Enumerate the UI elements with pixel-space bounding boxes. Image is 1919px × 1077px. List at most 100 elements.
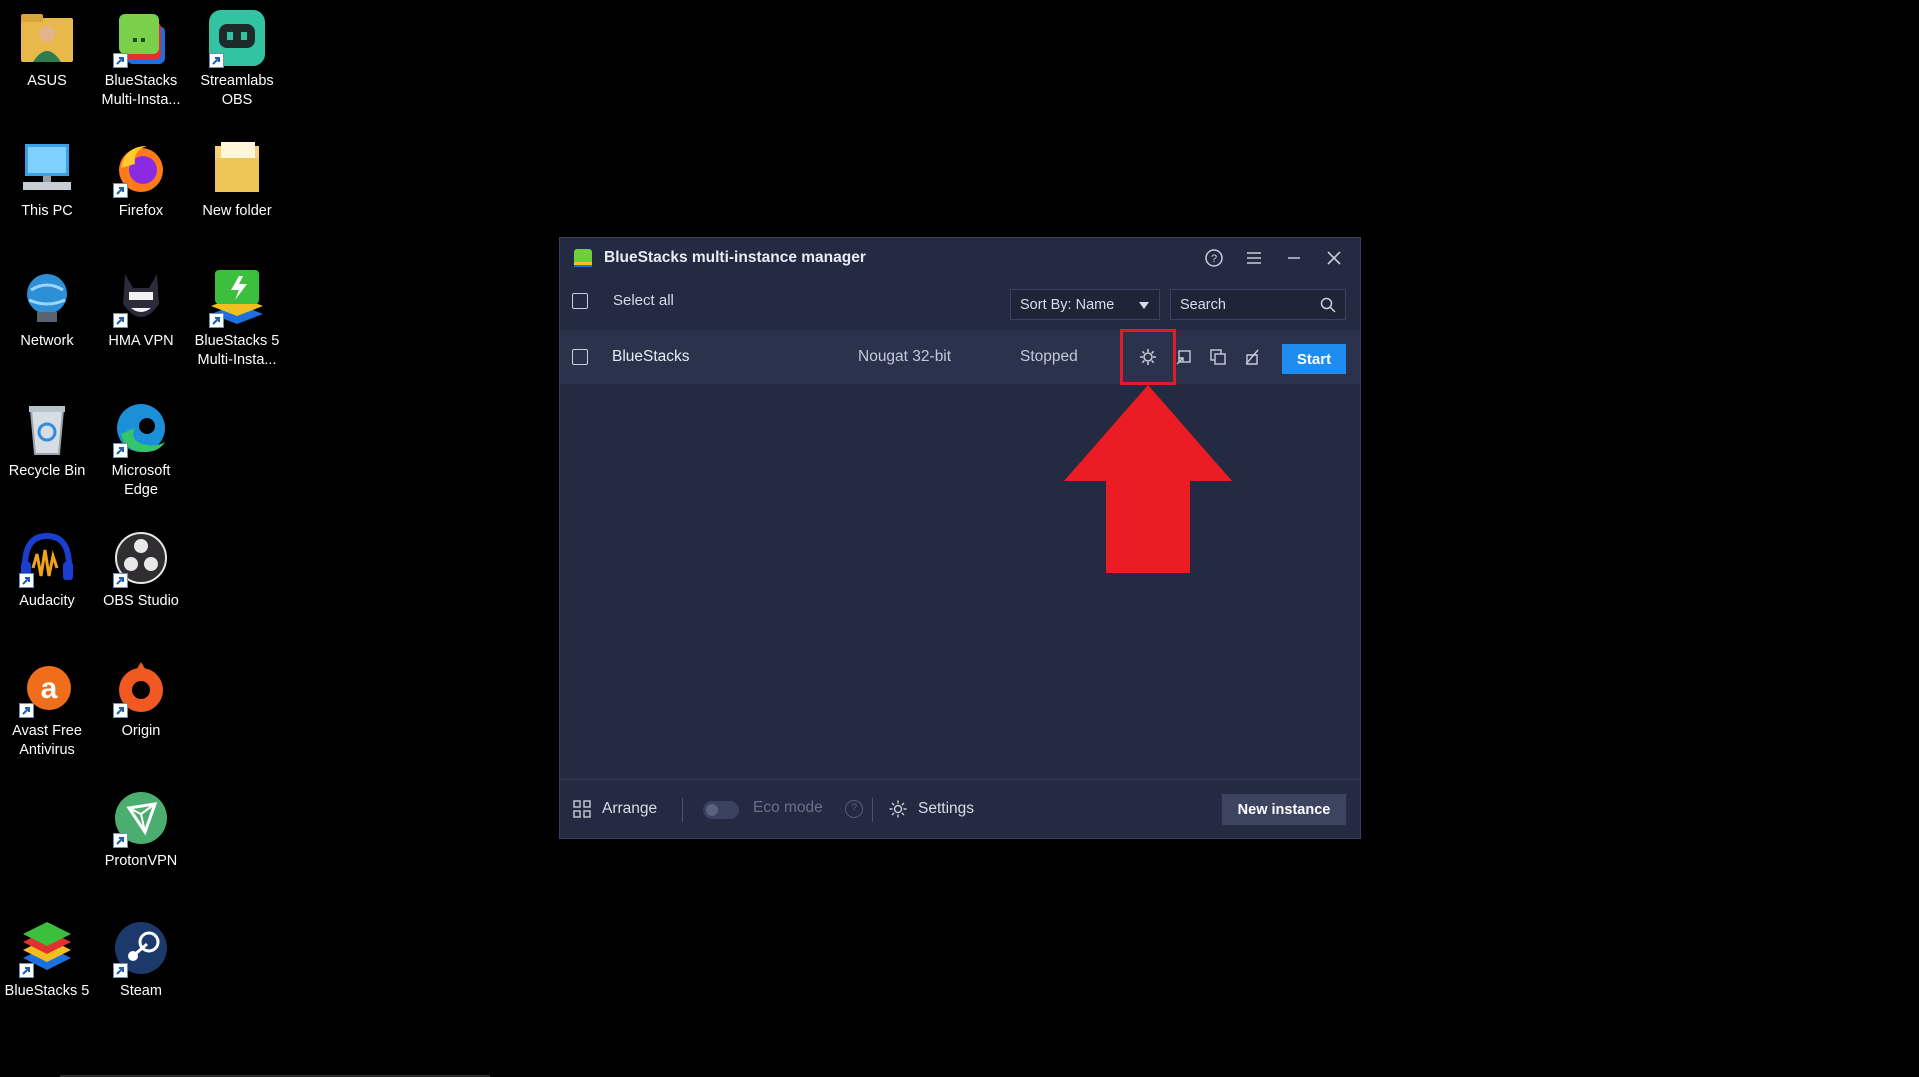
desktop-icon-avast[interactable]: a Avast Free Antivirus xyxy=(1,658,93,760)
desktop-icon-label: Microsoft Edge xyxy=(111,463,171,498)
desktop-icon-obs[interactable]: OBS Studio xyxy=(95,528,187,611)
desktop-icon-bluestacks-multi[interactable]: BlueStacks Multi-Insta... xyxy=(95,8,187,110)
create-shortcut-icon xyxy=(1176,350,1191,365)
network-icon xyxy=(27,274,67,322)
desktop-icon-label: Audacity xyxy=(19,593,75,609)
multi-instance-manager-window: BlueStacks multi-instance manager ? Sele… xyxy=(559,237,1361,839)
minimize-icon xyxy=(1288,257,1300,259)
sort-label: Sort By: Name xyxy=(1020,296,1115,313)
desktop-icon-label: ProtonVPN xyxy=(104,853,178,869)
desktop-icon-label: This PC xyxy=(21,203,73,219)
desktop-icon-bluestacks5[interactable]: BlueStacks 5 xyxy=(1,918,93,1001)
shortcut-arrow-icon xyxy=(113,53,128,68)
desktop-icon-label: BlueStacks 5 Multi-Insta... xyxy=(194,333,280,368)
arrange-button[interactable]: Arrange xyxy=(572,799,657,819)
eco-mode-toggle[interactable] xyxy=(703,801,739,819)
desktop-icon-hma-vpn[interactable]: HMA VPN xyxy=(95,268,187,351)
highlight-box xyxy=(1120,329,1176,385)
desktop-icon-label: HMA VPN xyxy=(108,333,174,349)
toggle-knob xyxy=(706,804,718,816)
instance-delete-button[interactable] xyxy=(1242,347,1262,367)
minimize-button[interactable] xyxy=(1274,238,1314,278)
footer-divider xyxy=(872,798,873,822)
footer-divider xyxy=(682,798,683,822)
computer-icon xyxy=(23,144,71,190)
desktop-icon-label: BlueStacks 5 xyxy=(4,983,90,999)
shortcut-arrow-icon xyxy=(19,963,34,978)
desktop-icon-label: ASUS xyxy=(27,73,67,89)
desktop-icon-label: Network xyxy=(20,333,74,349)
shortcut-arrow-icon xyxy=(113,573,128,588)
instance-shortcut-button[interactable] xyxy=(1174,347,1194,367)
eco-mode-label: Eco mode xyxy=(753,799,823,816)
instance-checkbox[interactable] xyxy=(572,349,588,365)
search-icon[interactable] xyxy=(1320,297,1336,313)
shortcut-arrow-icon xyxy=(209,53,224,68)
desktop-icon-streamlabs[interactable]: Streamlabs OBS xyxy=(191,8,283,110)
desktop-icon-origin[interactable]: Origin xyxy=(95,658,187,741)
desktop-icon-label: New folder xyxy=(202,203,272,219)
desktop-icon-label: Avast Free Antivirus xyxy=(12,723,82,758)
clone-icon xyxy=(1210,349,1226,365)
shortcut-arrow-icon xyxy=(113,183,128,198)
window-title: BlueStacks multi-instance manager xyxy=(604,249,866,266)
desktop-icon-label: Steam xyxy=(120,983,162,999)
desktop-icon-steam[interactable]: Steam xyxy=(95,918,187,1001)
instance-status: Stopped xyxy=(1020,348,1078,365)
select-all-label: Select all xyxy=(613,292,674,309)
shortcut-arrow-icon xyxy=(209,313,224,328)
bluestacks-logo-icon xyxy=(574,249,592,267)
settings-button[interactable]: Settings xyxy=(888,799,974,819)
chevron-down-icon xyxy=(1139,302,1149,309)
title-bar[interactable]: BlueStacks multi-instance manager ? xyxy=(560,238,1360,278)
shortcut-arrow-icon xyxy=(19,703,34,718)
settings-label: Settings xyxy=(918,800,975,817)
eco-help-icon[interactable]: ? xyxy=(845,800,863,818)
instance-toolbar: Select all Sort By: Name xyxy=(560,278,1360,324)
instance-clone-button[interactable] xyxy=(1208,347,1228,367)
desktop-icon-bluestacks5-multi[interactable]: BlueStacks 5 Multi-Insta... xyxy=(191,268,283,370)
grid-icon xyxy=(573,800,591,818)
sort-dropdown[interactable]: Sort By: Name xyxy=(1010,289,1160,320)
desktop-icon-edge[interactable]: Microsoft Edge xyxy=(95,398,187,500)
instance-version: Nougat 32-bit xyxy=(858,348,952,365)
start-instance-button[interactable]: Start xyxy=(1282,344,1346,374)
shortcut-arrow-icon xyxy=(113,833,128,848)
desktop-icon-audacity[interactable]: Audacity xyxy=(1,528,93,611)
instance-name: BlueStacks xyxy=(612,348,690,365)
desktop-icon-label: OBS Studio xyxy=(103,593,179,609)
svg-text:a: a xyxy=(41,672,58,705)
select-all-checkbox[interactable] xyxy=(572,293,588,309)
new-instance-button[interactable]: New instance xyxy=(1222,794,1346,825)
shortcut-arrow-icon xyxy=(113,443,128,458)
close-icon xyxy=(1327,251,1341,265)
desktop-icon-label: Recycle Bin xyxy=(8,463,86,479)
menu-button[interactable] xyxy=(1234,238,1274,278)
gear-icon xyxy=(889,800,907,818)
trash-icon xyxy=(1245,349,1259,365)
desktop-icon-firefox[interactable]: Firefox xyxy=(95,138,187,221)
footer-bar: Arrange Eco mode ? Settings New instance xyxy=(560,779,1360,838)
arrange-label: Arrange xyxy=(602,800,658,817)
folder-icon xyxy=(215,142,259,192)
help-button[interactable]: ? xyxy=(1194,238,1234,278)
desktop-icon-label: Origin xyxy=(121,723,161,739)
instance-row[interactable]: BlueStacks Nougat 32-bit Stopped xyxy=(560,330,1360,384)
user-folder-icon xyxy=(21,14,73,62)
hamburger-menu-icon xyxy=(1247,252,1261,264)
desktop-icon-label: BlueStacks Multi-Insta... xyxy=(101,73,181,108)
shortcut-arrow-icon xyxy=(19,573,34,588)
desktop-icon-label: Firefox xyxy=(118,203,164,219)
desktop-icon-this-pc[interactable]: This PC xyxy=(1,138,93,221)
desktop-icon-recycle-bin[interactable]: Recycle Bin xyxy=(1,398,93,481)
desktop-icon-network[interactable]: Network xyxy=(1,268,93,351)
shortcut-arrow-icon xyxy=(113,963,128,978)
desktop-icon-new-folder[interactable]: New folder xyxy=(191,138,283,221)
recycle-bin-icon xyxy=(29,406,65,455)
desktop-icon-protonvpn[interactable]: ProtonVPN xyxy=(95,788,187,871)
shortcut-arrow-icon xyxy=(113,703,128,718)
close-button[interactable] xyxy=(1314,238,1354,278)
shortcut-arrow-icon xyxy=(113,313,128,328)
red-arrow-annotation xyxy=(1064,385,1232,573)
desktop-icon-asus[interactable]: ASUS xyxy=(1,8,93,91)
